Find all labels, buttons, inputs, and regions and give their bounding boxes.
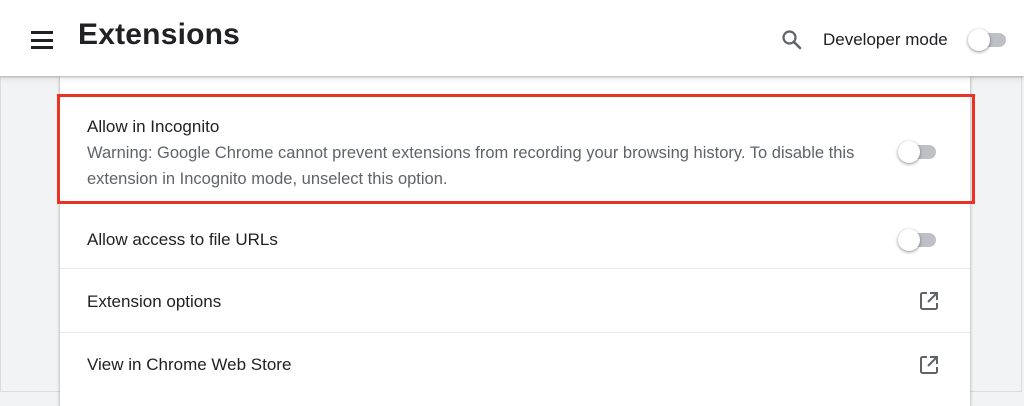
web-store-label: View in Chrome Web Store — [87, 355, 292, 374]
toggle-knob — [898, 141, 920, 163]
setting-row-extension-options[interactable]: Extension options — [60, 268, 970, 332]
extensions-header: Extensions Developer mode — [0, 0, 1024, 76]
setting-row-web-store[interactable]: View in Chrome Web Store — [60, 332, 970, 406]
developer-mode-toggle[interactable] — [968, 28, 1008, 52]
allow-incognito-warning: Warning: Google Chrome cannot prevent ex… — [87, 144, 855, 188]
allow-incognito-toggle[interactable] — [898, 140, 938, 164]
open-in-new-icon[interactable] — [917, 353, 941, 377]
toggle-knob — [898, 229, 920, 251]
open-in-new-icon[interactable] — [917, 289, 941, 313]
file-urls-label: Allow access to file URLs — [87, 230, 278, 249]
file-urls-toggle[interactable] — [898, 228, 938, 252]
page-title: Extensions — [78, 18, 241, 51]
hamburger-menu-icon[interactable] — [30, 28, 54, 52]
allow-incognito-label: Allow in Incognito — [87, 117, 220, 136]
extension-options-label: Extension options — [87, 292, 222, 311]
developer-mode-label: Developer mode — [823, 30, 948, 49]
search-icon[interactable] — [780, 28, 804, 52]
extension-settings-card: Allow in Incognito Warning: Google Chrom… — [60, 76, 970, 406]
toggle-knob — [968, 29, 990, 51]
setting-row-file-urls: Allow access to file URLs — [60, 204, 970, 268]
